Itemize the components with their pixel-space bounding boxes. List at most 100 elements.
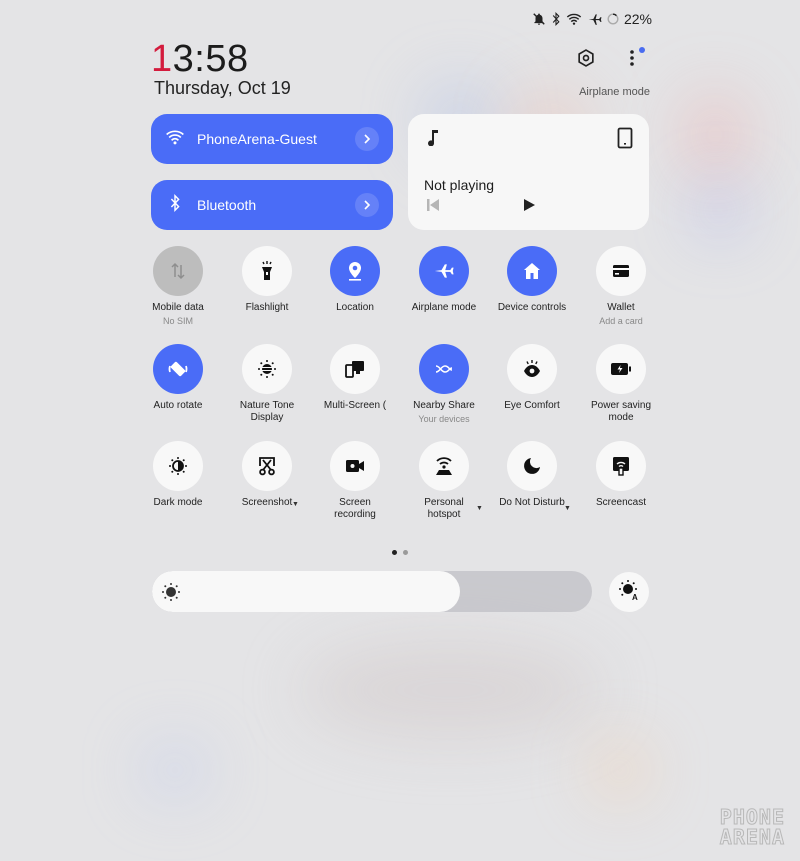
toggle-button[interactable]: [507, 344, 557, 394]
wifi-network-name: PhoneArena-Guest: [197, 131, 317, 147]
screen-recording-icon: [345, 459, 365, 473]
background-blur: [300, 640, 600, 740]
toggle-screencast[interactable]: Screencast: [576, 441, 666, 510]
page-dot[interactable]: [403, 550, 408, 555]
bluetooth-icon: [165, 193, 185, 217]
toggle-button[interactable]: [242, 441, 292, 491]
toggle-do-not-disturb[interactable]: Do Not Disturb ▼: [487, 441, 577, 512]
media-player-card[interactable]: Not playing: [408, 114, 649, 230]
toggle-label: Flashlight: [245, 302, 289, 313]
toggle-button[interactable]: [419, 344, 469, 394]
airplane-icon: [434, 262, 454, 280]
toggle-button[interactable]: [330, 246, 380, 296]
watermark-line2: ARENA: [719, 825, 785, 849]
toggle-flashlight[interactable]: Flashlight: [222, 246, 312, 315]
toggle-label: Wallet: [607, 302, 635, 313]
wifi-details-button[interactable]: [355, 127, 379, 151]
play-icon[interactable]: [522, 198, 536, 217]
toggle-button[interactable]: [419, 246, 469, 296]
toggle-wallet[interactable]: Wallet Add a card: [576, 246, 666, 327]
toggle-mobile-data[interactable]: Mobile data No SIM: [133, 246, 223, 327]
toggle-dark-mode[interactable]: Dark mode: [133, 441, 223, 510]
phone-device-icon[interactable]: [617, 127, 633, 154]
toggle-nearby-share[interactable]: Nearby Share Your devices: [399, 344, 489, 425]
toggle-button[interactable]: [153, 344, 203, 394]
toggle-label: Screen recording: [334, 497, 376, 520]
home-icon: [523, 262, 541, 280]
hotspot-icon: [433, 456, 455, 476]
toggle-label: Nearby Share: [413, 400, 475, 411]
toggle-screenshot[interactable]: Screenshot ▼: [222, 441, 312, 510]
chevron-right-icon: [364, 200, 371, 210]
toggle-label: Location: [336, 302, 374, 313]
toggle-hotspot[interactable]: Personal hotspot ▼: [399, 441, 489, 522]
dropdown-caret-icon[interactable]: ▼: [476, 505, 483, 512]
toggle-button[interactable]: [242, 344, 292, 394]
toggle-button[interactable]: [242, 246, 292, 296]
toggle-sublabel: No SIM: [162, 316, 193, 326]
toggle-button[interactable]: [507, 441, 557, 491]
toggle-nature-tone[interactable]: Nature Tone Display: [222, 344, 312, 425]
toggle-button[interactable]: [419, 441, 469, 491]
skip-previous-icon[interactable]: [426, 198, 440, 217]
wifi-tile[interactable]: PhoneArena-Guest: [151, 114, 393, 164]
toggle-label: Airplane mode: [411, 302, 477, 313]
settings-hexagon-icon: [576, 48, 596, 73]
toggle-power-saving[interactable]: Power saving mode: [576, 344, 666, 425]
mobile-data-icon: [169, 262, 187, 280]
dark-mode-icon: [168, 456, 188, 476]
page-dot-active[interactable]: [392, 550, 397, 555]
toggle-airplane[interactable]: Airplane mode: [399, 246, 489, 315]
toggle-label: Multi-Screen (: [323, 400, 387, 411]
auto-brightness-button[interactable]: A: [609, 572, 649, 612]
toggle-label: Screencast: [595, 497, 647, 508]
watermark-logo: PHONE ARENA: [719, 807, 785, 849]
toggle-multi-screen[interactable]: Multi-Screen (: [310, 344, 400, 413]
toggle-home[interactable]: Device controls: [487, 246, 577, 315]
flashlight-icon: [259, 261, 275, 281]
bluetooth-details-button[interactable]: [355, 193, 379, 217]
toggle-label: Device controls: [497, 302, 567, 313]
auto-rotate-icon: [167, 358, 189, 380]
date[interactable]: Thursday, Oct 19: [154, 78, 291, 99]
bluetooth-tile[interactable]: Bluetooth: [151, 180, 393, 230]
background-blur: [590, 740, 650, 800]
toggle-screen-recording[interactable]: Screen recording: [310, 441, 400, 522]
toggle-location[interactable]: Location: [310, 246, 400, 315]
toggle-button[interactable]: [330, 441, 380, 491]
status-bar: 22%: [532, 11, 652, 27]
more-vertical-icon: [629, 49, 635, 72]
clock-time: 3:58: [172, 38, 249, 80]
brightness-slider-fill[interactable]: [152, 571, 460, 612]
bluetooth-label: Bluetooth: [197, 197, 257, 213]
battery-ring-icon: [607, 13, 619, 25]
brightness-slider[interactable]: [152, 571, 592, 612]
svg-text:A: A: [632, 593, 638, 601]
notification-dot: [639, 47, 645, 53]
toggle-button[interactable]: [153, 246, 203, 296]
settings-button[interactable]: [573, 47, 599, 73]
power-saving-icon: [610, 362, 632, 376]
background-blur: [680, 90, 750, 180]
screenshot-icon: [257, 456, 277, 476]
toggle-button[interactable]: [596, 246, 646, 296]
toggle-eye-comfort[interactable]: Eye Comfort: [487, 344, 577, 413]
toggle-label: Do Not Disturb: [499, 497, 565, 508]
clock[interactable]: 13:58: [151, 38, 249, 81]
toggle-button[interactable]: [330, 344, 380, 394]
toggle-auto-rotate[interactable]: Auto rotate: [133, 344, 223, 413]
dropdown-caret-icon[interactable]: ▼: [564, 505, 571, 512]
dropdown-caret-icon[interactable]: ▼: [292, 501, 299, 508]
auto-brightness-icon: A: [618, 579, 640, 606]
wifi-icon: [566, 12, 582, 26]
toggle-button[interactable]: [596, 441, 646, 491]
toggle-sublabel: Add a card: [599, 316, 643, 326]
brightness-icon: [161, 582, 181, 607]
toggle-sublabel: Your devices: [418, 414, 470, 424]
toggle-button[interactable]: [507, 246, 557, 296]
toggle-button[interactable]: [596, 344, 646, 394]
toggle-button[interactable]: [153, 441, 203, 491]
music-note-icon: [426, 128, 440, 151]
toggle-label: Personal hotspot: [424, 497, 464, 520]
screencast-icon: [612, 456, 630, 476]
